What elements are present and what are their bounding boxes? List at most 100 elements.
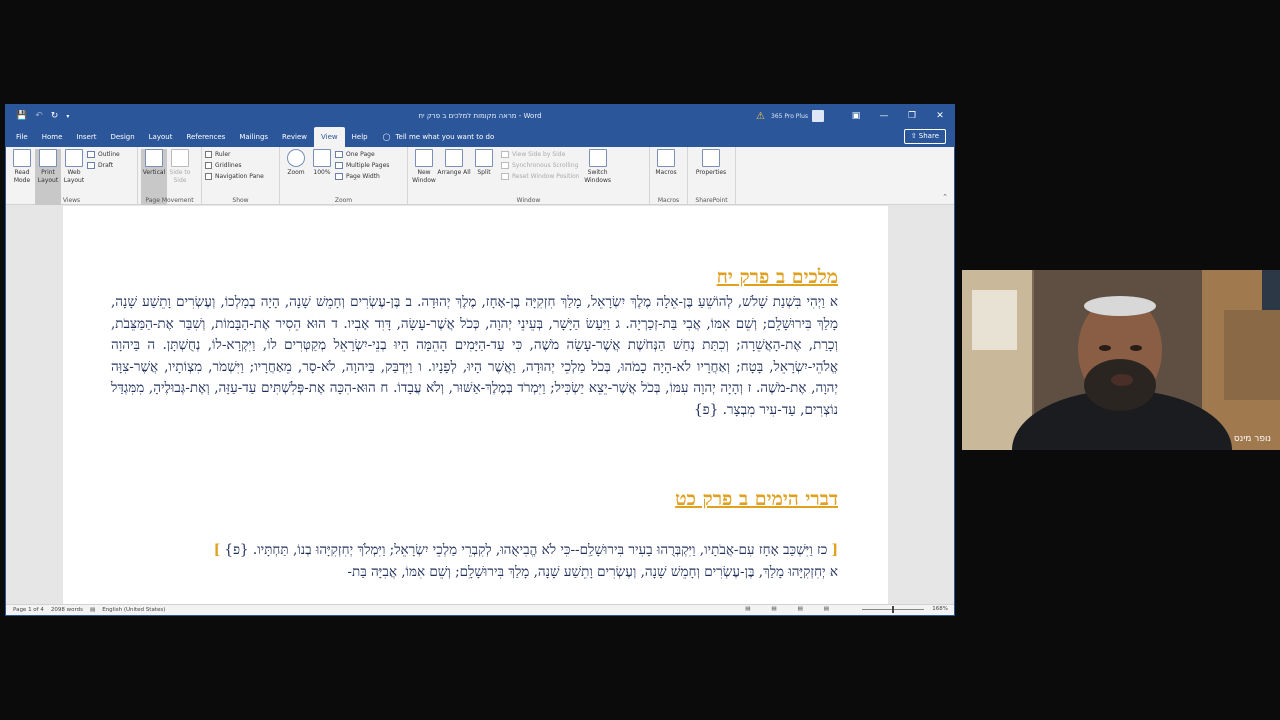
macros-icon xyxy=(657,149,675,167)
document-area[interactable]: מלכים ב פרק יח א וַיְהִי בִּשְׁנַת שָׁלֹ… xyxy=(6,206,954,604)
window-group-label: Window xyxy=(516,197,541,204)
tab-file[interactable]: File xyxy=(6,127,35,147)
macros-group-label: Macros xyxy=(657,197,680,204)
new-window-label: New Window xyxy=(412,169,436,184)
collapse-ribbon-icon[interactable]: ⌃ xyxy=(942,193,948,201)
sharepoint-group: Properties SharePoint xyxy=(688,147,736,205)
properties-icon xyxy=(702,149,720,167)
page-count[interactable]: Page 1 of 4 xyxy=(13,607,44,613)
ruler-box xyxy=(205,151,212,158)
print-layout-icon xyxy=(39,149,57,167)
bracket-open: [ xyxy=(831,542,838,558)
views-group: Read Mode Print Layout Web Layout Outlin… xyxy=(6,147,138,205)
switch-windows-label: Switch Windows xyxy=(584,169,611,184)
tab-view[interactable]: View xyxy=(314,127,345,147)
vertical-label: Vertical xyxy=(142,169,166,176)
ruler-checkbox[interactable]: Ruler xyxy=(205,151,264,158)
tab-home[interactable]: Home xyxy=(35,127,70,147)
draft-button[interactable]: Draft xyxy=(87,162,120,169)
synchronous-scrolling-label: Synchronous Scrolling xyxy=(512,162,579,169)
tab-layout[interactable]: Layout xyxy=(142,127,180,147)
navigation-pane-box xyxy=(205,173,212,180)
warning-icon[interactable]: ⚠ xyxy=(756,111,765,122)
side-to-side-label: Side to Side xyxy=(169,169,191,184)
title-bar: 💾 ↶ ↻ ▾ מראה מקומות למלכים ב פרק יח - Wo… xyxy=(6,105,954,127)
share-button[interactable]: ⇧ Share xyxy=(903,129,946,144)
view-side-by-side-button[interactable]: View Side by Side xyxy=(501,151,580,158)
page-movement-group: Vertical Side to Side Page Movement xyxy=(138,147,202,205)
switch-windows-icon xyxy=(588,149,607,167)
navigation-pane-label: Navigation Pane xyxy=(215,173,264,180)
zoom-100-label: 100% xyxy=(313,169,331,176)
synchronous-scrolling-icon xyxy=(501,162,509,169)
properties-label: Properties xyxy=(695,169,727,176)
tab-help[interactable]: Help xyxy=(345,127,375,147)
sharepoint-group-label: SharePoint xyxy=(695,197,728,204)
ribbon-display-options-icon[interactable]: ▣ xyxy=(842,111,870,121)
gridlines-label: Gridlines xyxy=(215,162,242,169)
zoom-group-label: Zoom xyxy=(334,197,353,204)
show-group: Ruler Gridlines Navigation Pane Show xyxy=(202,147,280,205)
web-layout-status-icon[interactable]: ▤ xyxy=(824,606,829,612)
paragraph-melachim-18: א וַיְהִי בִּשְׁנַת שָׁלֹשׁ, לְהוֹשֵׁעַ … xyxy=(111,294,838,418)
outline-button[interactable]: Outline xyxy=(87,151,120,158)
vertical-icon xyxy=(145,149,163,167)
tab-mailings[interactable]: Mailings xyxy=(232,127,275,147)
zoom-slider-handle[interactable] xyxy=(892,606,894,613)
one-page-icon xyxy=(335,151,343,158)
zoom-label: Zoom xyxy=(287,169,305,176)
gridlines-checkbox[interactable]: Gridlines xyxy=(205,162,264,169)
web-layout-icon xyxy=(65,149,83,167)
zoom-group: Zoom 100% One Page Multiple Pages Page W… xyxy=(280,147,408,205)
synchronous-scrolling-button[interactable]: Synchronous Scrolling xyxy=(501,162,580,169)
view-side-by-side-icon xyxy=(501,151,509,158)
tab-insert[interactable]: Insert xyxy=(69,127,103,147)
restore-icon[interactable]: ❐ xyxy=(898,111,926,121)
outline-icon xyxy=(87,151,95,158)
arrange-all-icon xyxy=(445,149,463,167)
page-width-button[interactable]: Page Width xyxy=(335,173,389,180)
split-label: Split xyxy=(477,169,491,176)
status-bar: Page 1 of 4 2098 words ▤ English (United… xyxy=(6,604,954,615)
paragraph-divrei-hayamim-29: [ כז וַיִּשְׁכַּב אָחָז עִם-אֲבֹתָיו, וַ… xyxy=(111,540,838,604)
multiple-pages-label: Multiple Pages xyxy=(346,162,390,169)
navigation-pane-checkbox[interactable]: Navigation Pane xyxy=(205,173,264,180)
focus-icon[interactable]: ▤ xyxy=(745,606,750,612)
account-name[interactable]: 365 Pro Plus xyxy=(771,113,808,120)
close-icon[interactable]: ✕ xyxy=(926,111,954,121)
one-page-label: One Page xyxy=(346,151,375,158)
multiple-pages-button[interactable]: Multiple Pages xyxy=(335,162,389,169)
views-group-label: Views xyxy=(62,197,81,204)
tell-me-box[interactable]: ◯ Tell me what you want to do xyxy=(375,133,495,141)
heading-divrei-hayamim: דברי הימים ב פרק כט xyxy=(675,488,838,510)
ribbon: Read Mode Print Layout Web Layout Outlin… xyxy=(6,147,954,205)
print-layout-label: Print Layout xyxy=(37,169,59,184)
word-window: 💾 ↶ ↻ ▾ מראה מקומות למלכים ב פרק יח - Wo… xyxy=(5,104,955,616)
vertical-scrollbar[interactable] xyxy=(944,206,954,604)
participant-name: נופר מינס xyxy=(1233,434,1271,444)
draft-label: Draft xyxy=(98,162,114,169)
tab-design[interactable]: Design xyxy=(103,127,141,147)
tab-review[interactable]: Review xyxy=(275,127,314,147)
read-mode-status-icon[interactable]: ▤ xyxy=(771,606,776,612)
participant-video-image xyxy=(962,270,1280,450)
zoom-level[interactable]: 168% xyxy=(932,606,948,612)
proofing-icon[interactable]: ▤ xyxy=(90,607,95,613)
tab-references[interactable]: References xyxy=(179,127,232,147)
one-page-button[interactable]: One Page xyxy=(335,151,389,158)
tell-me-label: Tell me what you want to do xyxy=(395,133,495,141)
minimize-icon[interactable]: — xyxy=(870,111,898,121)
reset-window-position-label: Reset Window Position xyxy=(512,173,580,180)
word-count[interactable]: 2098 words xyxy=(51,607,83,613)
document-page[interactable]: מלכים ב פרק יח א וַיְהִי בִּשְׁנַת שָׁלֹ… xyxy=(63,206,888,604)
screen: 💾 ↶ ↻ ▾ מראה מקומות למלכים ב פרק יח - Wo… xyxy=(0,0,1280,720)
view-shortcuts: ▤ ▤ ▤ ▤ xyxy=(738,606,829,612)
language-indicator[interactable]: English (United States) xyxy=(102,607,165,613)
share-label: Share xyxy=(918,132,939,140)
page-width-label: Page Width xyxy=(346,173,380,180)
print-layout-status-icon[interactable]: ▤ xyxy=(798,606,803,612)
draft-icon xyxy=(87,162,95,169)
account-avatar[interactable] xyxy=(812,110,824,122)
reset-window-position-button[interactable]: Reset Window Position xyxy=(501,173,580,180)
video-tile[interactable]: נופר מינס xyxy=(962,270,1280,450)
